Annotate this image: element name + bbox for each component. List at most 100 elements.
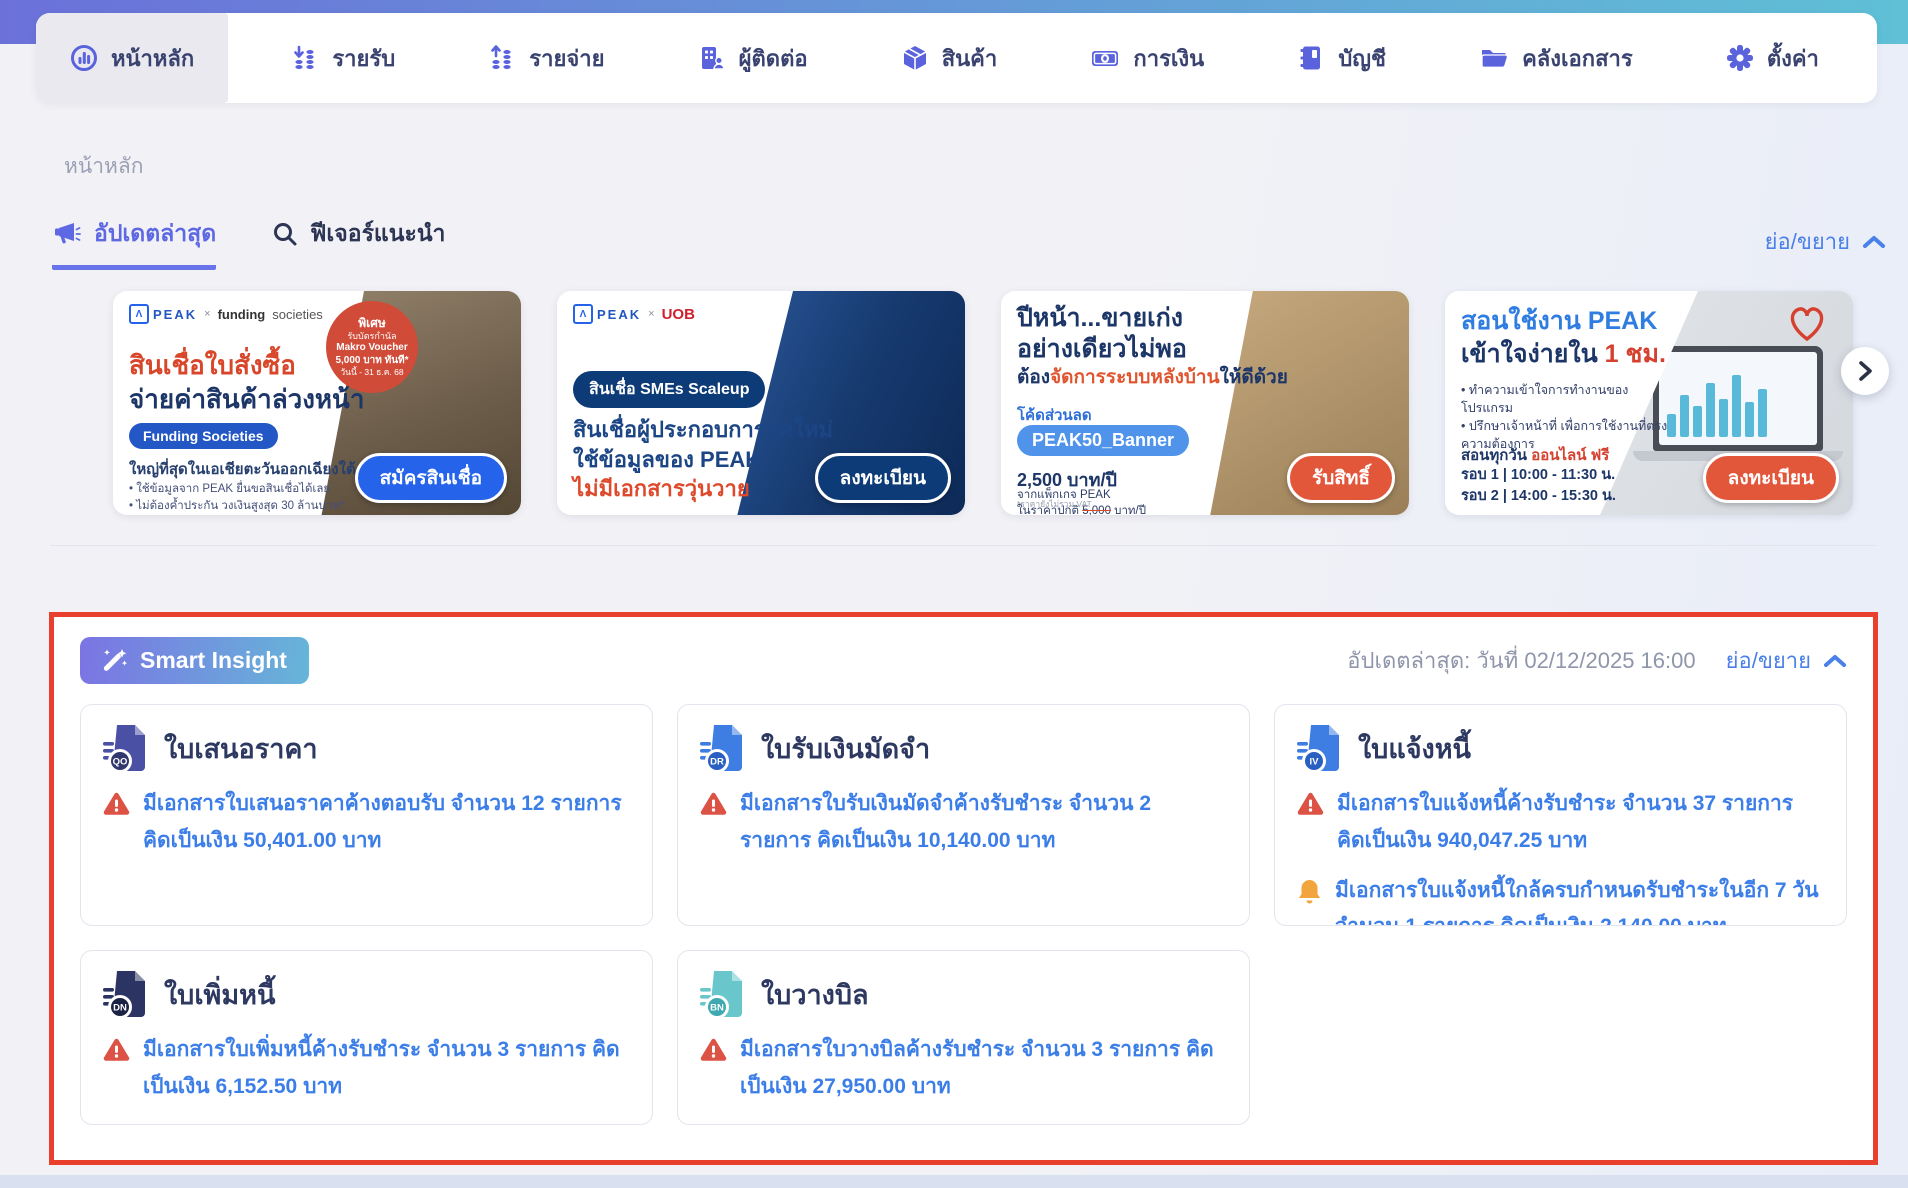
svg-text:BN: BN [710,1003,724,1014]
nav-item-label: บัญชี [1338,45,1386,71]
nav-item-label: คลังเอกสาร [1522,45,1633,71]
claim-offer-button[interactable]: รับสิทธิ์ [1287,453,1395,503]
banner-title: ปีหน้า...ขายเก่ง อย่างเดียวไม่พอ ต้องจัด… [1017,304,1288,388]
income-icon [294,45,314,69]
alert-row: มีเอกสารใบรับเงินมัดจำค้างรับชำระ จำนวน … [700,786,1227,860]
nav-item-home[interactable]: หน้าหลัก [36,13,229,103]
nav-item-contacts[interactable]: ผู้ติดต่อ [668,13,838,103]
chevron-up-icon [1824,654,1846,667]
nav-item-products[interactable]: สินค้า [871,13,1028,103]
banner-uob-sme-loan[interactable]: Λ PEAK × UOB สินเชื่อ SMEs Scaleup สินเชื… [557,291,965,515]
insight-card-debit-note[interactable]: DN ใบเพิ่มหนี้ มีเอกสารใบเพิ่มหนี้ค้างรั… [80,950,653,1125]
folder-icon [1481,50,1509,68]
banner-title: สินเชื่อผู้ประกอบการยุคใหม่ ใช้ข้อมูลของ… [573,417,833,502]
collapse-label: ย่อ/ขยาย [1764,229,1850,254]
expense-icon [491,45,511,69]
alert-row: มีเอกสารใบแจ้งหนี้ค้างรับชำระ จำนวน 37 ร… [1297,786,1824,860]
contacts-icon [701,47,725,70]
nav-item-documents[interactable]: คลังเอกสาร [1449,13,1663,103]
warning-triangle-icon [103,792,130,815]
card-title: ใบเพิ่มหนี้ [164,979,276,1010]
insight-card-billing-note[interactable]: BN ใบวางบิล มีเอกสารใบวางบิลค้างรับชำระ … [677,950,1250,1125]
gear-icon [1726,45,1753,71]
banner-funding-societies[interactable]: Λ PEAK × funding societies พิเศษ รับบัตรก… [113,291,521,515]
banner-pill: สินเชื่อ SMEs Scaleup [573,371,766,408]
alert-row: มีเอกสารใบวางบิลค้างรับชำระ จำนวน 3 รายก… [700,1032,1227,1106]
last-updated-text: อัปเดตล่าสุด: วันที่ 02/12/2025 16:00 [1347,648,1696,673]
smart-insight-header: Smart Insight อัปเดตล่าสุด: วันที่ 02/12… [80,637,1847,684]
megaphone-icon [55,223,81,244]
heart-doodle-icon [1790,307,1824,342]
nav-item-settings[interactable]: ตั้งค่า [1696,13,1849,103]
insight-card-quotation[interactable]: QO ใบเสนอราคา มีเอกสารใบเสนอราคาค้างตอบร… [80,704,653,926]
register-button[interactable]: ลงทะเบียน [814,453,951,503]
svg-text:DR: DR [710,757,724,768]
register-button[interactable]: ลงทะเบียน [1702,453,1839,503]
svg-text:QO: QO [113,757,128,768]
banner-brand-row: Λ PEAK × funding societies [129,304,323,324]
invoice-doc-icon: IV [1297,725,1339,773]
card-title: ใบเสนอราคา [164,733,318,764]
nav-item-accounting[interactable]: บัญชี [1267,13,1416,103]
nav-item-expense[interactable]: รายจ่าย [458,13,634,103]
carousel-next-button[interactable] [1841,347,1889,395]
tab-recommended-features[interactable]: ฟีเจอร์แนะนำ [272,216,445,270]
nav-item-finance[interactable]: การเงิน [1060,13,1234,103]
ledger-book-icon [1300,46,1321,70]
nav-item-label: ผู้ติดต่อ [738,45,808,71]
svg-text:DN: DN [113,1003,127,1014]
schedule-line: สอนทุกวัน ออนไลน์ ฟรี [1461,447,1610,464]
apply-loan-button[interactable]: สมัครสินเชื่อ [354,453,507,503]
main-nav: หน้าหลัก รายรับ รายจ่าย ผู้ติดต่อ สินค้า… [36,13,1877,103]
breadcrumb: หน้าหลัก [64,155,144,178]
deposit-receipt-doc-icon: DR [700,725,742,773]
alert-text: มีเอกสารใบเสนอราคาค้างตอบรับ จำนวน 12 รา… [143,792,622,852]
nav-item-label: รายจ่าย [529,45,605,71]
insight-card-invoice[interactable]: IV ใบแจ้งหนี้ มีเอกสารใบแจ้งหนี้ค้างรับช… [1274,704,1847,926]
section-divider [50,545,1877,546]
insight-cards-grid: QO ใบเสนอราคา มีเอกสารใบเสนอราคาค้างตอบร… [80,704,1847,1125]
banner-brand-row: Λ PEAK × UOB [573,304,695,324]
search-icon [274,223,297,246]
card-title: ใบวางบิล [761,979,869,1010]
card-title: ใบแจ้งหนี้ [1358,733,1471,764]
banner-peak-training[interactable]: สอนใช้งาน PEAK เข้าใจง่ายใน 1 ชม. • ทำคว… [1445,291,1853,515]
banner-pill: Funding Societies [129,423,278,449]
banner-carousel: Λ PEAK × funding societies พิเศษ รับบัตรก… [113,291,1853,515]
tab-latest-updates[interactable]: อัปเดตล่าสุด [52,216,217,270]
banner-bullets: • ใช้ข้อมูลจาก PEAK ยื่นขอสินเชื่อได้เลย… [129,483,345,513]
chevron-up-icon [1863,235,1885,248]
quotation-doc-icon: QO [103,725,145,773]
insight-card-deposit-receipt[interactable]: DR ใบรับเงินมัดจำ มีเอกสารใบรับเงินมัดจำ… [677,704,1250,926]
alert-text: มีเอกสารใบวางบิลค้างรับชำระ จำนวน 3 รายก… [740,1038,1214,1098]
laptop-illustration [1653,346,1823,451]
bottom-section-edge [0,1175,1908,1188]
alert-row: มีเอกสารใบแจ้งหนี้ใกล้ครบกำหนดรับชำระในอ… [1297,873,1824,925]
nav-item-income[interactable]: รายรับ [261,13,425,103]
nav-item-label: การเงิน [1133,45,1205,71]
product-box-icon [903,46,927,70]
banner-title: สอนใช้งาน PEAK เข้าใจง่ายใน 1 ชม. [1461,307,1666,368]
nav-item-label: หน้าหลัก [111,45,195,71]
warning-triangle-icon [103,1038,130,1061]
nav-item-label: สินค้า [941,45,998,71]
warning-triangle-icon [700,792,727,815]
collapse-label: ย่อ/ขยาย [1725,648,1811,673]
fine-print: *ราคายังไม่รวม VAT [1017,499,1092,509]
nav-item-label: ตั้งค่า [1766,45,1819,71]
warning-triangle-icon [1297,792,1324,815]
card-title: ใบรับเงินมัดจำ [761,733,931,764]
dashboard-icon [71,45,97,71]
money-icon [1092,51,1119,66]
alert-row: มีเอกสารใบเพิ่มหนี้ค้างรับชำระ จำนวน 3 ร… [103,1032,630,1106]
magic-wand-icon [103,648,128,671]
tab-label: อัปเดตล่าสุด [94,220,217,246]
banner-section-collapse-toggle[interactable]: ย่อ/ขยาย [1765,224,1886,259]
tab-label: ฟีเจอร์แนะนำ [310,220,446,246]
smart-insight-badge[interactable]: Smart Insight [80,637,309,684]
bell-icon [1298,879,1321,903]
warning-triangle-icon [700,1038,727,1061]
insight-collapse-toggle[interactable]: ย่อ/ขยาย [1726,643,1847,678]
banner-peak50-discount[interactable]: ปีหน้า...ขายเก่ง อย่างเดียวไม่พอ ต้องจัด… [1001,291,1409,515]
smart-insight-label: Smart Insight [140,647,287,673]
